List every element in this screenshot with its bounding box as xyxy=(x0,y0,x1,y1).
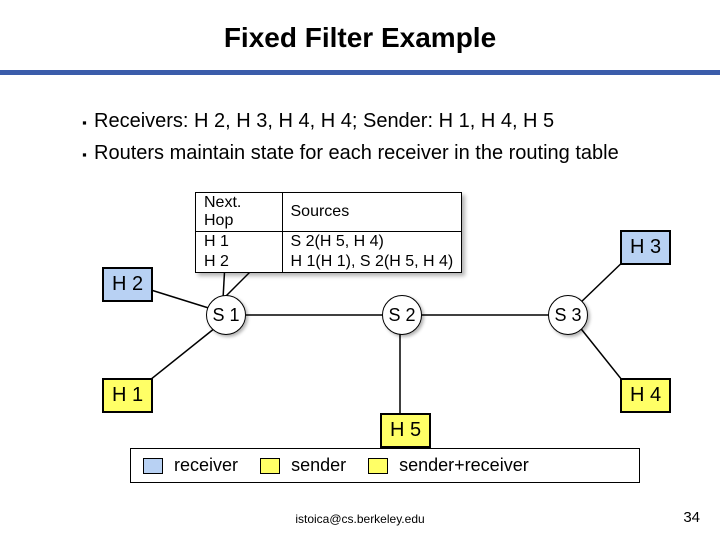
bullet-1: Receivers: H 2, H 3, H 4, H 4; Sender: H… xyxy=(94,108,666,134)
legend-receiver: receiver xyxy=(143,455,238,476)
router-s3: S 3 xyxy=(548,295,588,335)
footer-email: istoica@cs.berkeley.edu xyxy=(0,512,720,526)
router-s1: S 1 xyxy=(206,295,246,335)
td-r2-nh: H 2 xyxy=(196,252,282,272)
host-h4: H 4 xyxy=(620,378,671,413)
swatch-sender xyxy=(260,458,280,474)
legend-box: receiver sender sender+receiver xyxy=(130,448,640,483)
bullet-list: Receivers: H 2, H 3, H 4, H 4; Sender: H… xyxy=(54,108,666,172)
host-h3: H 3 xyxy=(620,230,671,265)
th-nexthop: Next. Hop xyxy=(196,193,282,232)
slide-title: Fixed Filter Example xyxy=(0,0,720,64)
host-h2: H 2 xyxy=(102,267,153,302)
legend-both-label: sender+receiver xyxy=(399,455,529,475)
legend-sender-label: sender xyxy=(291,455,346,475)
td-r2-src: H 1(H 1), S 2(H 5, H 4) xyxy=(282,252,461,272)
td-r1-src: S 2(H 5, H 4) xyxy=(282,232,461,253)
host-h1: H 1 xyxy=(102,378,153,413)
bullet-2: Routers maintain state for each receiver… xyxy=(94,140,666,166)
swatch-both xyxy=(368,458,388,474)
swatch-receiver xyxy=(143,458,163,474)
legend-sender: sender xyxy=(260,455,346,476)
legend-both: sender+receiver xyxy=(368,455,529,476)
footer-page: 34 xyxy=(683,509,700,526)
td-r1-nh: H 1 xyxy=(196,232,282,253)
host-h5: H 5 xyxy=(380,413,431,448)
legend-receiver-label: receiver xyxy=(174,455,238,475)
router-s2: S 2 xyxy=(382,295,422,335)
routing-table: Next. Hop Sources H 1 S 2(H 5, H 4) H 2 … xyxy=(195,192,462,273)
title-rule xyxy=(0,70,720,75)
th-sources: Sources xyxy=(282,193,461,232)
